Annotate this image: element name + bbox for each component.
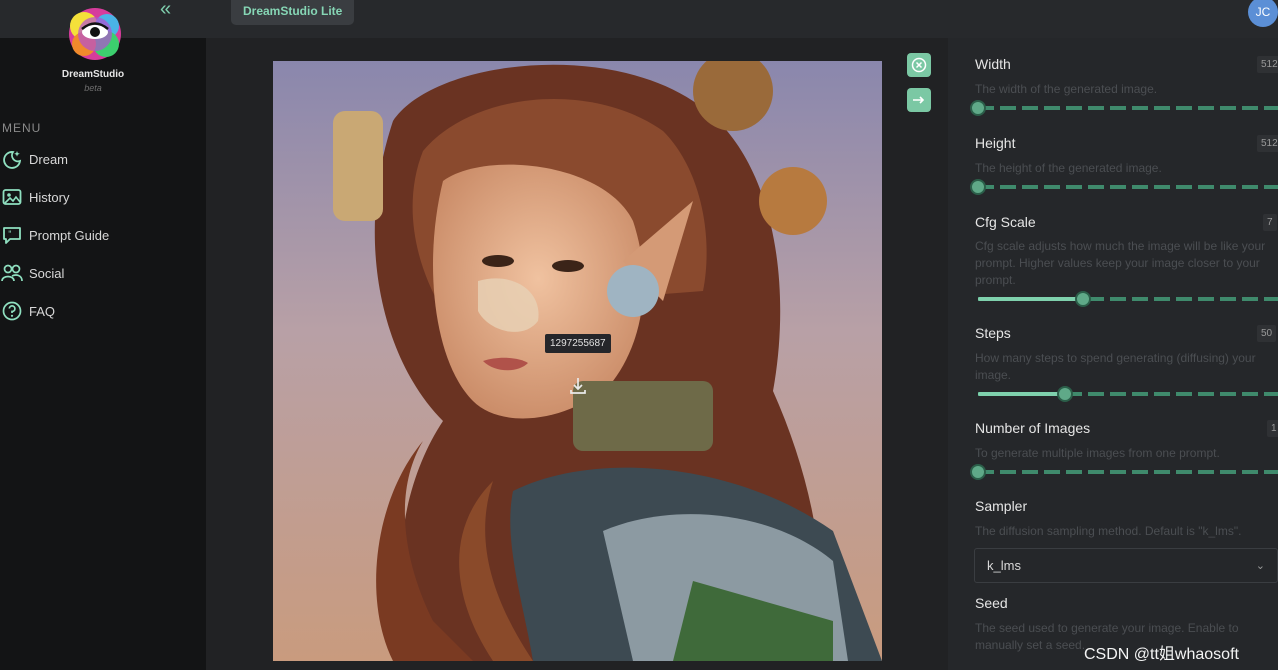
slider-thumb[interactable] <box>970 464 986 480</box>
user-avatar[interactable]: JC <box>1248 0 1278 27</box>
slider-thumb[interactable] <box>1057 386 1073 402</box>
watermark: CSDN @tt姐whaosoft <box>1084 646 1239 663</box>
height-description: The height of the generated image. <box>975 161 1162 175</box>
width-description: The width of the generated image. <box>975 82 1158 96</box>
cfg-scale-value[interactable]: 7 <box>1263 214 1277 231</box>
generated-image[interactable] <box>273 61 882 661</box>
slider-thumb[interactable] <box>970 179 986 195</box>
sidebar-item-dream[interactable]: Dream <box>0 146 200 172</box>
width-slider[interactable] <box>970 100 1278 116</box>
num-images-description: To generate multiple images from one pro… <box>975 446 1220 460</box>
dreamstudio-app: « DreamStudio Lite JC DreamStudio beta M… <box>0 0 1278 670</box>
sampler-description: The diffusion sampling method. Default i… <box>975 524 1242 538</box>
seed-label: Seed <box>975 595 1008 611</box>
steps-slider[interactable] <box>978 386 1278 402</box>
sampler-select[interactable]: k_lms ⌄ <box>974 548 1278 583</box>
people-icon <box>0 262 24 284</box>
cfg-scale-description: Cfg scale adjusts how much the image wil… <box>975 239 1266 287</box>
logo-area: DreamStudio beta <box>0 0 206 130</box>
sampler-selected-value: k_lms <box>987 558 1021 573</box>
sidebar-item-label: FAQ <box>29 303 56 319</box>
sidebar-item-history[interactable]: History <box>0 184 200 210</box>
dreamstudio-logo <box>69 8 121 60</box>
main-canvas-area: 1297255687 <box>206 38 948 670</box>
moon-sparkle-icon <box>0 148 24 170</box>
steps-value[interactable]: 50 <box>1257 325 1277 342</box>
sidebar-item-social[interactable]: Social <box>0 260 200 286</box>
brand-subtitle: beta <box>84 83 102 93</box>
num-images-label: Number of Images <box>975 420 1091 436</box>
seed-tooltip: 1297255687 <box>545 334 611 353</box>
height-value[interactable]: 512 <box>1257 135 1278 152</box>
svg-text:": " <box>8 230 12 239</box>
height-label: Height <box>975 135 1016 151</box>
image-gallery-icon <box>0 186 24 208</box>
close-circle-icon[interactable] <box>907 53 931 77</box>
speech-bubble-icon: " <box>0 224 24 246</box>
slider-thumb[interactable] <box>1075 291 1091 307</box>
cfg-scale-slider[interactable] <box>978 291 1278 307</box>
steps-description: How many steps to spend generating (diff… <box>975 351 1256 382</box>
question-circle-icon <box>0 300 24 322</box>
num-images-slider[interactable] <box>970 464 1278 480</box>
height-slider[interactable] <box>970 179 1278 195</box>
width-label: Width <box>975 56 1011 72</box>
chevron-down-icon: ⌄ <box>1255 560 1265 572</box>
sidebar: DreamStudio beta MENU Dream History " Pr… <box>0 8 206 670</box>
menu-heading: MENU <box>2 121 42 135</box>
sidebar-item-label: Dream <box>29 151 69 167</box>
sampler-label: Sampler <box>975 498 1028 514</box>
slider-thumb[interactable] <box>970 100 986 116</box>
width-value[interactable]: 512 <box>1257 56 1278 73</box>
sidebar-item-prompt-guide[interactable]: " Prompt Guide <box>0 222 200 248</box>
sidebar-item-label: Social <box>29 265 65 281</box>
brand-name: DreamStudio <box>61 69 125 80</box>
steps-label: Steps <box>975 325 1011 341</box>
sidebar-item-label: History <box>29 189 70 205</box>
sidebar-item-label: Prompt Guide <box>29 227 110 243</box>
num-images-value[interactable]: 1 <box>1267 420 1278 437</box>
app-title-tab[interactable]: DreamStudio Lite <box>231 0 355 25</box>
download-icon[interactable] <box>565 373 591 399</box>
settings-panel: Width 512 The width of the generated ima… <box>948 38 1278 670</box>
sidebar-item-faq[interactable]: FAQ <box>0 298 200 324</box>
cfg-scale-label: Cfg Scale <box>975 214 1036 230</box>
arrow-right-icon[interactable] <box>907 88 931 112</box>
